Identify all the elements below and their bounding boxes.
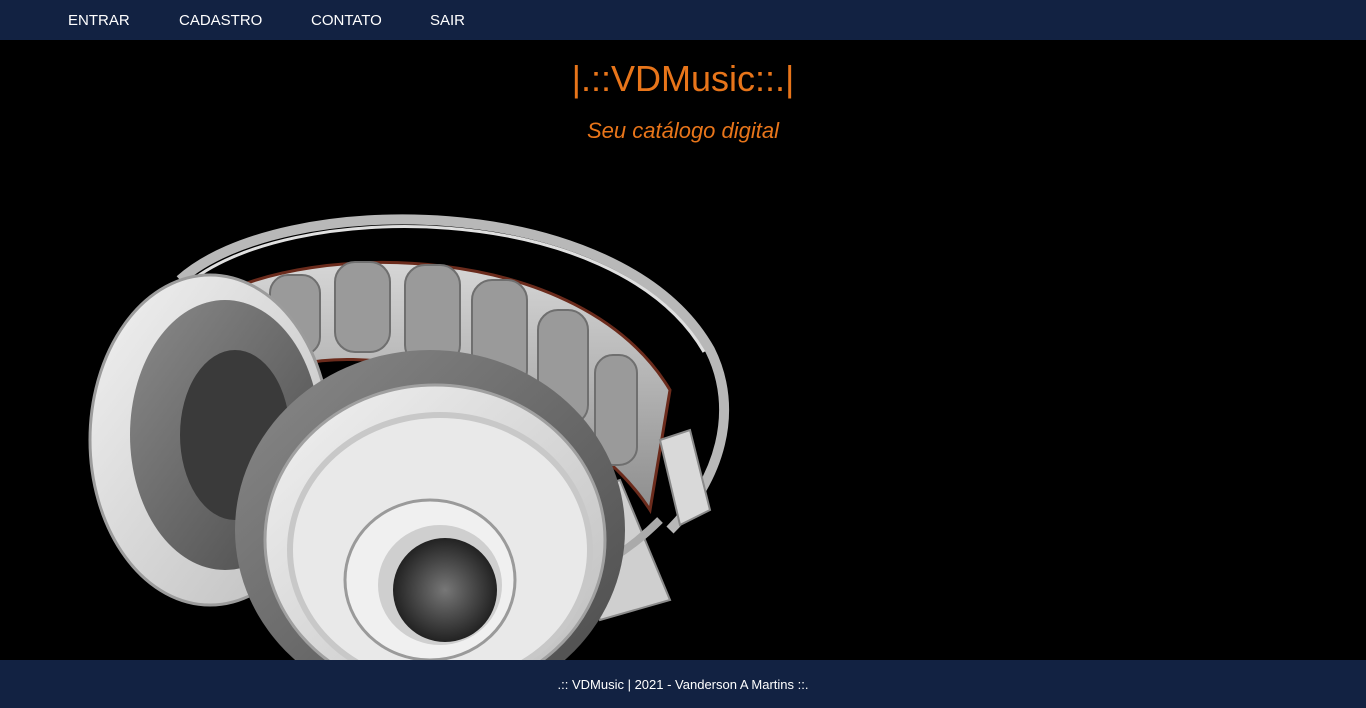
headphones-icon [88, 214, 730, 660]
nav-link-sair[interactable]: SAIR [430, 12, 465, 29]
site-subtitle: Seu catálogo digital [586, 118, 780, 143]
hero-banner: |.::VDMusic::.| Seu catálogo digital [0, 40, 1366, 660]
page-footer: .:: VDMusic | 2021 - Vanderson A Martins… [0, 660, 1366, 708]
nav-link-entrar[interactable]: ENTRAR [68, 12, 130, 29]
top-navbar: ENTRAR CADASTRO CONTATO SAIR [0, 0, 1366, 40]
site-title: |.::VDMusic::.| [571, 58, 795, 99]
footer-text: .:: VDMusic | 2021 - Vanderson A Martins… [557, 676, 809, 692]
nav-link-contato[interactable]: CONTATO [311, 12, 382, 29]
nav-link-cadastro[interactable]: CADASTRO [179, 12, 262, 29]
